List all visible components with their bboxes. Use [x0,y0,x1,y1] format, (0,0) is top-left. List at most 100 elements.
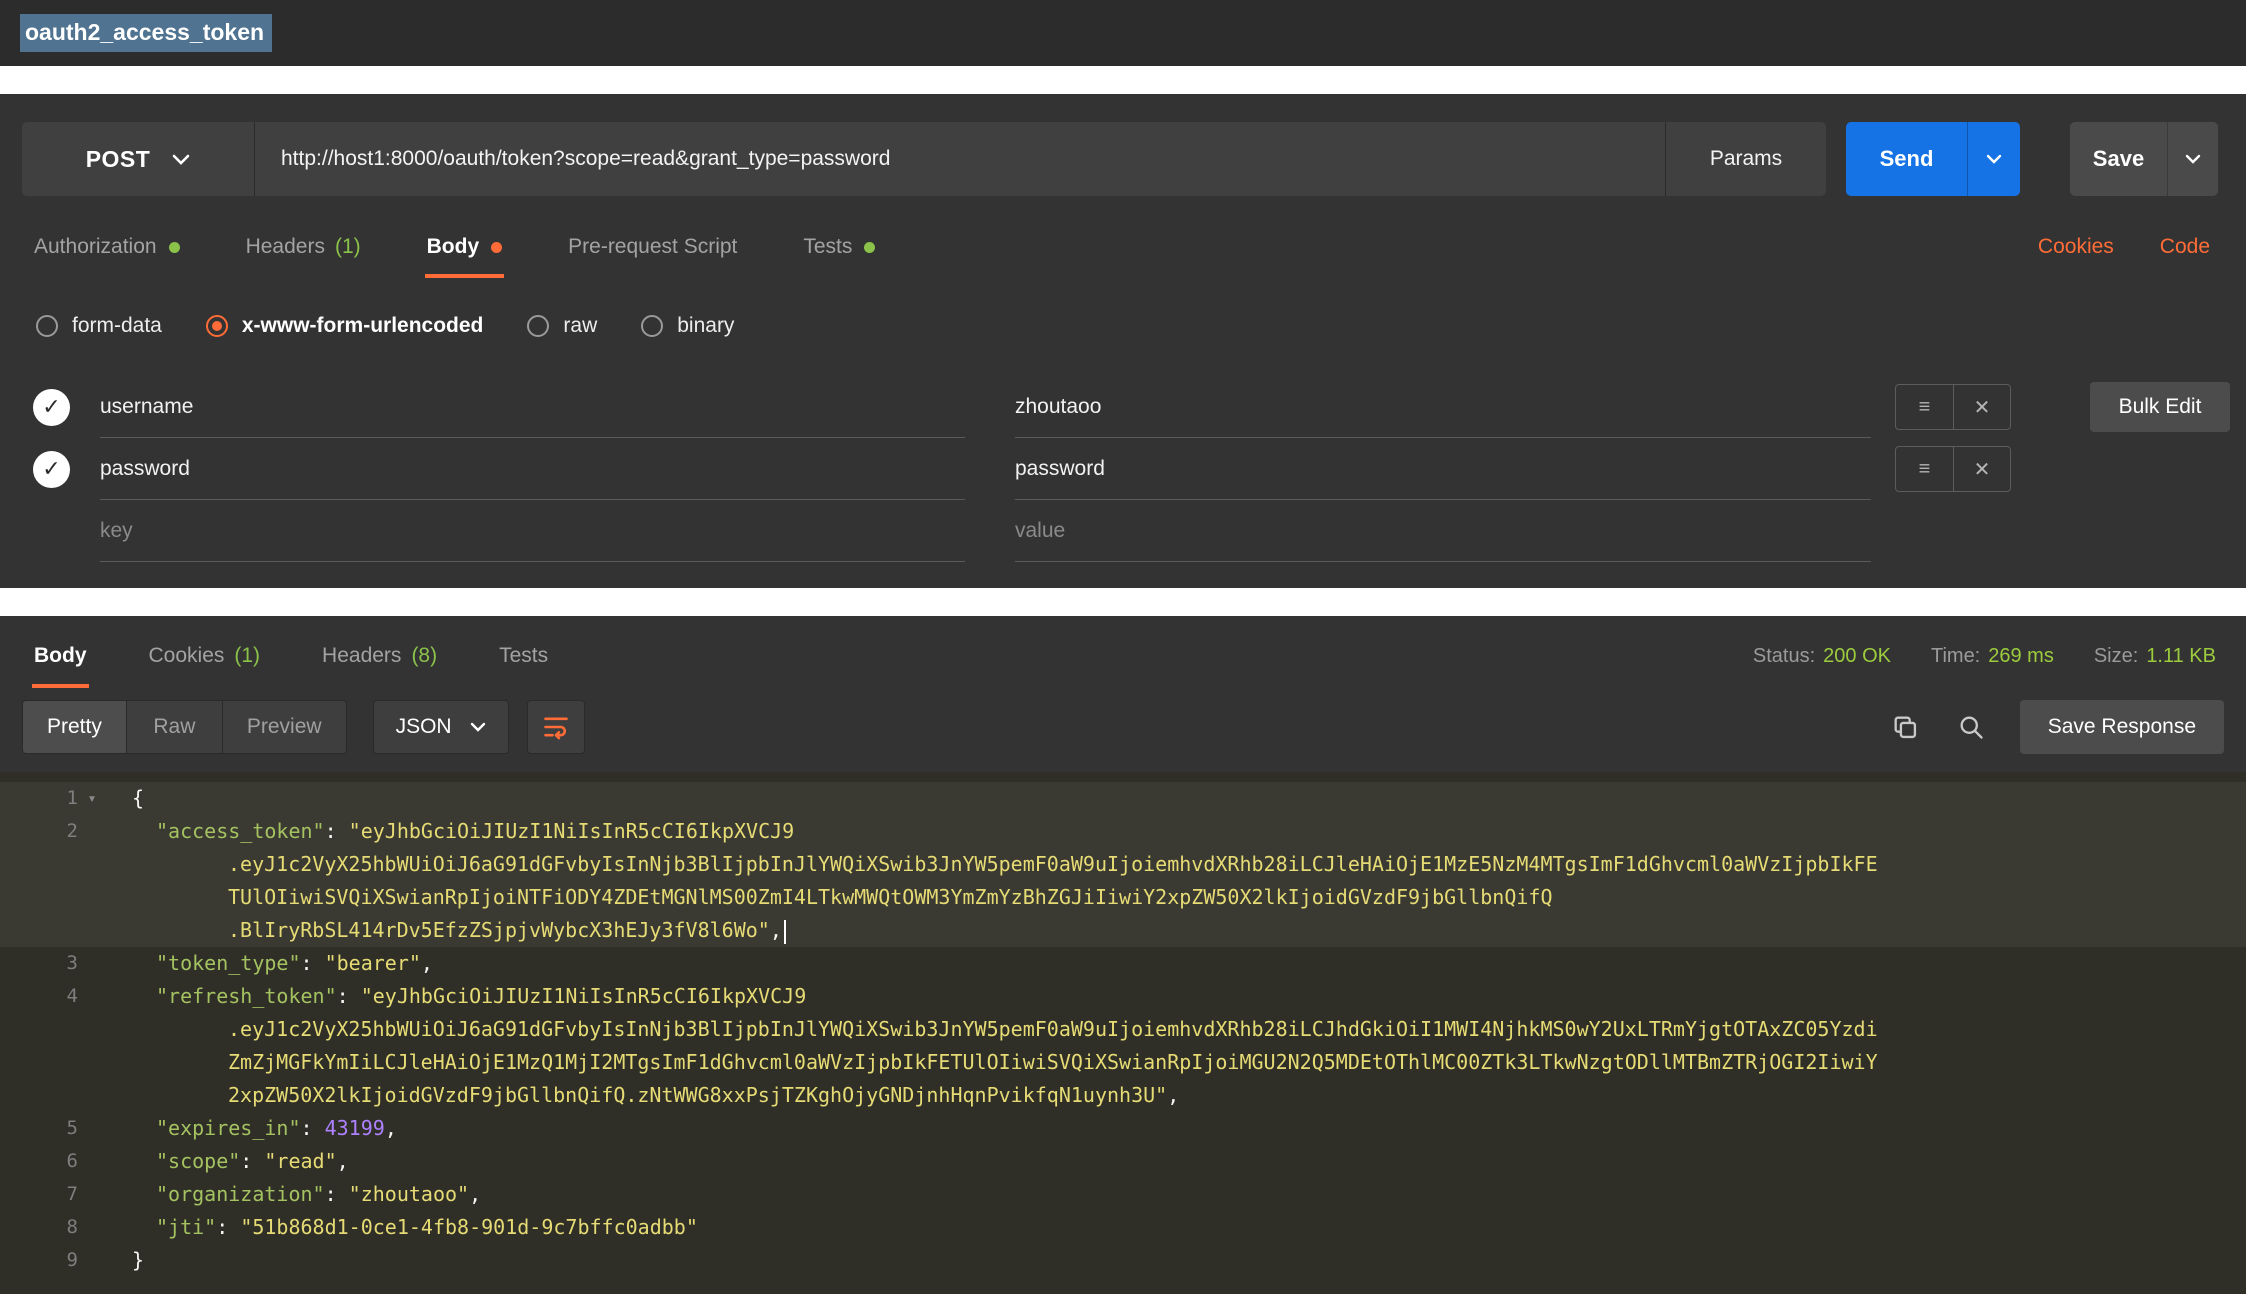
response-tabs-row: BodyCookies(1)Headers(8)Tests Status:200… [0,616,2246,688]
view-mode-raw[interactable]: Raw [126,701,222,753]
fold-spacer [78,1013,106,1046]
key-field[interactable]: password [100,438,965,500]
response-panel: BodyCookies(1)Headers(8)Tests Status:200… [0,616,2246,1294]
tab-label: Headers [246,235,325,259]
line-number [0,848,78,881]
chevron-down-icon [470,722,486,732]
code-line: 2"access_token": "eyJhbGciOiJIUzI1NiIsIn… [0,815,2246,848]
send-button[interactable]: Send [1846,122,1967,196]
checkbox-checked[interactable]: ✓ [33,451,70,488]
body-type-selector: form-data x-www-form-urlencoded raw binary [0,302,2246,350]
request-tab-title[interactable]: oauth2_access_token [20,14,272,52]
tab-label: Headers [322,644,401,668]
remove-row-button[interactable]: ✕ [1953,385,2010,429]
radio-label: form-data [72,314,162,338]
body-type-x-www-form-urlencoded[interactable]: x-www-form-urlencoded [206,314,484,338]
request-tab-headers[interactable]: Headers(1) [246,216,361,278]
line-number [0,1046,78,1079]
value-field[interactable]: password [1015,438,1871,500]
method-label: POST [86,146,151,173]
line-number: 4 [0,980,78,1013]
response-tab-tests[interactable]: Tests [499,624,548,688]
drag-handle-icon[interactable]: ≡ [1896,385,1953,429]
code-text: "jti": "51b868d1-0ce1-4fb8-901d-9c7bffc0… [132,1211,698,1244]
response-tab-headers[interactable]: Headers(8) [322,624,437,688]
save-button[interactable]: Save [2070,122,2167,196]
cookies-link[interactable]: Cookies [2038,235,2114,259]
key-field[interactable]: username [100,376,965,438]
code-line: .eyJ1c2VyX25hbWUiOiJ6aG91dGFvbyIsInNjb3B… [0,848,2246,881]
code-line: 9} [0,1244,2246,1277]
meta-label: Size: [2094,645,2138,668]
checkbox-checked[interactable]: ✓ [33,389,70,426]
request-tab-pre-request-script[interactable]: Pre-request Script [568,216,737,278]
params-button[interactable]: Params [1665,122,1826,196]
code-text: "expires_in": 43199, [132,1112,397,1145]
tab-label: Body [34,644,87,668]
format-select[interactable]: JSON [373,700,509,754]
key-field-placeholder[interactable]: key [100,500,965,562]
code-text: .eyJ1c2VyX25hbWUiOiJ6aG91dGFvbyIsInNjb3B… [132,848,1878,881]
search-icon [1957,713,1985,741]
orange-status-dot [491,242,502,253]
url-input[interactable]: http://host1:8000/oauth/token?scope=read… [255,122,1665,196]
view-mode-preview[interactable]: Preview [222,701,346,753]
request-tab-body[interactable]: Body [427,216,503,278]
request-tabs: Authorization Headers(1) Body Pre-request S… [34,216,875,278]
tab-count: (1) [234,644,260,668]
body-type-form-data[interactable]: form-data [36,314,162,338]
fold-caret-icon[interactable]: ▾ [78,782,106,815]
code-line: 8"jti": "51b868d1-0ce1-4fb8-901d-9c7bffc… [0,1211,2246,1244]
request-links: Cookies Code [2038,235,2210,259]
text-cursor [784,920,786,944]
method-select[interactable]: POST [22,122,255,196]
form-row: ✓ username zhoutaoo ≡✕ [30,376,2246,438]
response-tab-body[interactable]: Body [34,624,87,688]
tab-label: Body [427,235,480,259]
drag-handle-icon[interactable]: ≡ [1896,447,1953,491]
view-mode-pretty[interactable]: Pretty [23,701,126,753]
green-status-dot [864,242,875,253]
search-button[interactable] [1948,704,1994,750]
code-line: 4 "refresh_token": "eyJhbGciOiJIUzI1NiIsI… [0,980,2246,1013]
form-row-empty: key value [30,500,2246,562]
fold-spacer [78,1244,106,1277]
radio-icon [527,315,549,337]
value-field-placeholder[interactable]: value [1015,500,1871,562]
value-field[interactable]: zhoutaoo [1015,376,1871,438]
url-group: POST http://host1:8000/oauth/token?scope… [22,122,1826,196]
fold-spacer [78,815,106,848]
remove-row-button[interactable]: ✕ [1953,447,2010,491]
meta-value: 269 ms [1988,645,2054,668]
send-options-button[interactable] [1967,122,2020,196]
request-tab-authorization[interactable]: Authorization [34,216,180,278]
request-tab-tests[interactable]: Tests [803,216,875,278]
save-options-button[interactable] [2167,122,2218,196]
fold-spacer [78,980,106,1013]
code-line: ZmZjMGFkYmIiLCJleHAiOjE1MzQ1MjI2MTgsImF1… [0,1046,2246,1079]
code-link[interactable]: Code [2160,235,2210,259]
response-meta: Status:200 OKTime:269 msSize:1.11 KB [1753,645,2216,668]
radio-label: binary [677,314,734,338]
fold-spacer [78,881,106,914]
response-body-code[interactable]: 1▾{2"access_token": "eyJhbGciOiJIUzI1NiI… [0,772,2246,1294]
request-panel: POST http://host1:8000/oauth/token?scope… [0,94,2246,588]
bulk-edit-button[interactable]: Bulk Edit [2090,382,2230,432]
wrap-lines-button[interactable] [527,700,585,754]
response-tabs: Body Cookies(1) Headers(8) Tests [34,624,548,688]
save-response-button[interactable]: Save Response [2020,700,2224,754]
code-text: "refresh_token": "eyJhbGciOiJIUzI1NiIsIn… [132,980,806,1013]
response-tab-cookies[interactable]: Cookies(1) [149,624,261,688]
body-type-raw[interactable]: raw [527,314,597,338]
request-tab-bar: oauth2_access_token [0,0,2246,66]
line-number [0,914,78,947]
code-line: TUlOIiwiSVQiXSwianRpIjoiNTFiODY4ZDEtMGNl… [0,881,2246,914]
copy-button[interactable] [1882,704,1928,750]
line-number: 3 [0,947,78,980]
request-tabs-row: Authorization Headers(1) Body Pre-request S… [0,216,2246,278]
meta-value: 1.11 KB [2146,645,2216,668]
code-text: 2xpZW50X2lkIjoidGVzdF9jbGllbnQifQ.zNtWWG… [132,1079,1179,1112]
code-text: .eyJ1c2VyX25hbWUiOiJ6aG91dGFvbyIsInNjb3B… [132,1013,1878,1046]
line-number [0,1013,78,1046]
body-type-binary[interactable]: binary [641,314,734,338]
